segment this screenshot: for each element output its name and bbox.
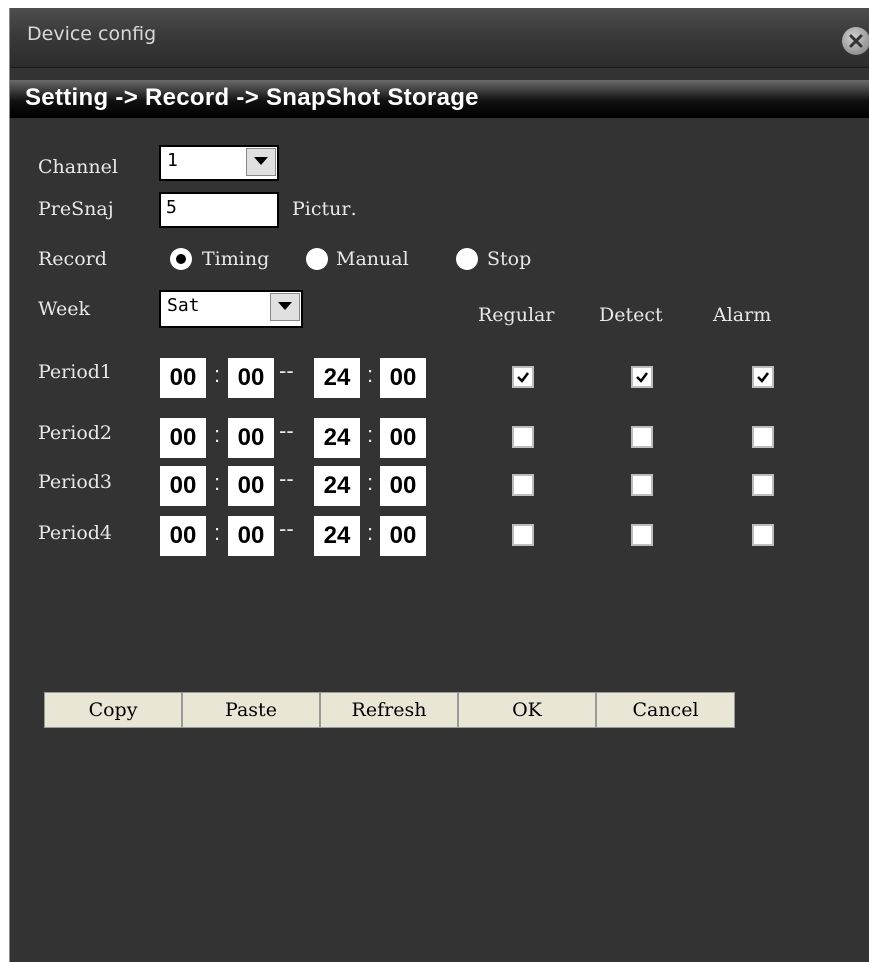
- radio-stop-label: Stop: [487, 248, 532, 270]
- breadcrumb: Setting -> Record -> SnapShot Storage: [25, 84, 479, 111]
- checkbox-detect[interactable]: [631, 366, 653, 388]
- column-detect: Detect: [599, 304, 663, 326]
- record-label: Record: [38, 248, 107, 270]
- checkbox-alarm[interactable]: [752, 474, 774, 496]
- chevron-down-icon[interactable]: [270, 293, 300, 321]
- cancel-button[interactable]: Cancel: [596, 692, 735, 728]
- time-colon: :: [214, 470, 221, 495]
- copy-button[interactable]: Copy: [44, 692, 182, 728]
- time-colon: :: [214, 422, 221, 447]
- start-hour-field[interactable]: 00: [160, 418, 206, 458]
- period-label: Period4: [38, 522, 113, 544]
- breadcrumb-bar: Setting -> Record -> SnapShot Storage: [10, 80, 869, 118]
- end-minute-field[interactable]: 00: [380, 466, 426, 506]
- start-minute-field[interactable]: 00: [228, 358, 274, 398]
- start-minute-field[interactable]: 00: [228, 516, 274, 556]
- time-colon: :: [367, 362, 374, 387]
- checkbox-alarm[interactable]: [752, 366, 774, 388]
- checkbox-alarm[interactable]: [752, 524, 774, 546]
- checkbox-regular[interactable]: [512, 524, 534, 546]
- week-value: Sat: [167, 295, 200, 316]
- radio-manual-label: Manual: [336, 248, 409, 270]
- window-title: Device config: [27, 23, 157, 45]
- presnap-label: PreSnaj: [38, 198, 114, 220]
- radio-timing-label: Timing: [202, 248, 270, 270]
- time-dash: --: [279, 358, 294, 383]
- time-colon: :: [214, 520, 221, 545]
- time-dash: --: [279, 418, 294, 443]
- time-dash: --: [279, 466, 294, 491]
- period-label: Period2: [38, 422, 113, 444]
- period-label: Period1: [38, 361, 113, 383]
- presnap-unit: Pictur․: [292, 198, 357, 220]
- start-hour-field[interactable]: 00: [160, 516, 206, 556]
- time-dash: --: [279, 516, 294, 541]
- week-select[interactable]: Sat: [159, 290, 303, 328]
- end-minute-field[interactable]: 00: [380, 516, 426, 556]
- checkbox-regular[interactable]: [512, 366, 534, 388]
- end-hour-field[interactable]: 24: [314, 358, 360, 398]
- checkbox-regular[interactable]: [512, 426, 534, 448]
- paste-button[interactable]: Paste: [182, 692, 320, 728]
- channel-label: Channel: [38, 156, 118, 178]
- radio-manual[interactable]: [306, 248, 328, 270]
- checkbox-regular[interactable]: [512, 474, 534, 496]
- start-minute-field[interactable]: 00: [228, 418, 274, 458]
- checkbox-alarm[interactable]: [752, 426, 774, 448]
- close-icon[interactable]: [842, 27, 869, 55]
- start-hour-field[interactable]: 00: [160, 466, 206, 506]
- ok-button[interactable]: OK: [458, 692, 596, 728]
- refresh-button[interactable]: Refresh: [320, 692, 458, 728]
- end-minute-field[interactable]: 00: [380, 418, 426, 458]
- end-hour-field[interactable]: 24: [314, 418, 360, 458]
- time-colon: :: [367, 422, 374, 447]
- channel-select[interactable]: 1: [159, 145, 279, 181]
- start-minute-field[interactable]: 00: [228, 466, 274, 506]
- title-bar[interactable]: Device config: [10, 8, 869, 68]
- column-regular: Regular: [478, 304, 555, 326]
- presnap-input[interactable]: 5: [159, 192, 279, 228]
- presnap-value: 5: [166, 197, 177, 218]
- checkbox-detect[interactable]: [631, 426, 653, 448]
- checkbox-detect[interactable]: [631, 524, 653, 546]
- time-colon: :: [214, 362, 221, 387]
- end-hour-field[interactable]: 24: [314, 466, 360, 506]
- time-colon: :: [367, 520, 374, 545]
- channel-value: 1: [167, 150, 178, 171]
- end-minute-field[interactable]: 00: [380, 358, 426, 398]
- period-label: Period3: [38, 471, 113, 493]
- time-colon: :: [367, 470, 374, 495]
- start-hour-field[interactable]: 00: [160, 358, 206, 398]
- device-config-window: Device config Setting -> Record -> SnapS…: [9, 8, 869, 962]
- checkbox-detect[interactable]: [631, 474, 653, 496]
- end-hour-field[interactable]: 24: [314, 516, 360, 556]
- week-label: Week: [38, 298, 90, 320]
- chevron-down-icon[interactable]: [246, 148, 276, 176]
- column-alarm: Alarm: [713, 304, 772, 326]
- radio-timing[interactable]: [170, 248, 192, 270]
- radio-stop[interactable]: [456, 248, 478, 270]
